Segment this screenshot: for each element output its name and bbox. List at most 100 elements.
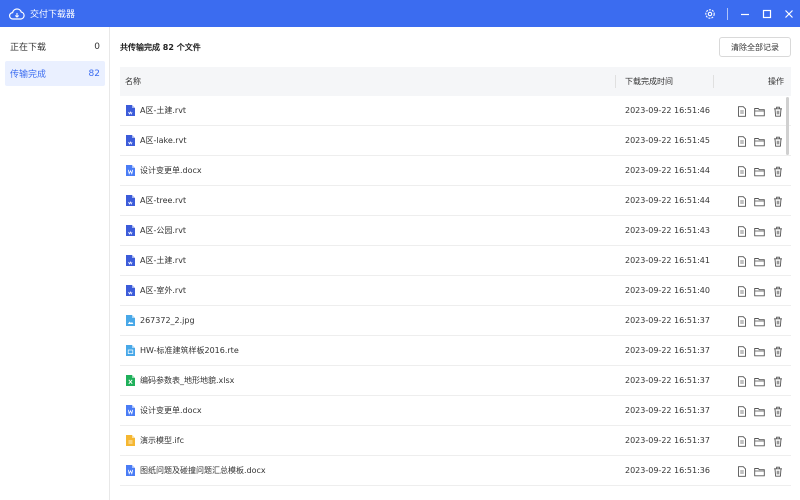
open-file-icon[interactable] (736, 346, 747, 357)
delete-icon[interactable] (772, 406, 783, 417)
delete-icon[interactable] (772, 286, 783, 297)
delete-icon[interactable] (772, 256, 783, 267)
table-row[interactable]: A区-tree.rvt 2023-09-22 16:51:44 (120, 186, 791, 216)
open-folder-icon[interactable] (754, 316, 765, 327)
open-folder-icon[interactable] (754, 226, 765, 237)
table-row[interactable]: 设计变更单.docx 2023-09-22 16:51:44 (120, 156, 791, 186)
rte-file-icon (126, 345, 135, 356)
delete-icon[interactable] (772, 106, 783, 117)
sidebar-item-downloading[interactable]: 正在下载 0 (5, 34, 105, 59)
maximize-button[interactable] (756, 0, 778, 27)
open-file-icon[interactable] (736, 256, 747, 267)
docx-file-icon (126, 465, 135, 476)
open-folder-icon[interactable] (754, 196, 765, 207)
cloud-download-icon (9, 7, 25, 20)
close-button[interactable] (778, 0, 800, 27)
table-row[interactable]: 图纸问题及碰撞问题汇总模板.docx 2023-09-22 16:51:36 (120, 456, 791, 486)
table-row[interactable]: 267372_2.jpg 2023-09-22 16:51:37 (120, 306, 791, 336)
open-file-icon[interactable] (736, 316, 747, 327)
table-row[interactable]: A区-公园.rvt 2023-09-22 16:51:43 (120, 216, 791, 246)
table-row[interactable]: A区-lake.rvt 2023-09-22 16:51:45 (120, 126, 791, 156)
table-row[interactable]: 演示模型.ifc 2023-09-22 16:51:37 (120, 426, 791, 456)
delete-icon[interactable] (772, 136, 783, 147)
clear-all-records-button[interactable]: 清除全部记录 (719, 37, 791, 57)
table-row[interactable]: A区-土建.rvt 2023-09-22 16:51:46 (120, 96, 791, 126)
file-name: 编码参数表_地形地貌.xlsx (140, 376, 235, 385)
open-file-icon[interactable] (736, 286, 747, 297)
table-row[interactable]: A区-土建.rvt 2023-09-22 16:51:41 (120, 246, 791, 276)
file-name: HW-标准建筑样板2016.rte (140, 346, 239, 355)
delete-icon[interactable] (772, 316, 783, 327)
column-divider[interactable] (615, 75, 616, 88)
download-time: 2023-09-22 16:51:43 (625, 226, 710, 235)
ifc-file-icon (126, 435, 135, 446)
delete-icon[interactable] (772, 346, 783, 357)
delete-icon[interactable] (772, 436, 783, 447)
column-divider[interactable] (713, 75, 714, 88)
download-time: 2023-09-22 16:51:37 (625, 346, 710, 355)
sidebar-item-completed[interactable]: 传输完成 82 (5, 61, 105, 86)
download-time: 2023-09-22 16:51:44 (625, 166, 710, 175)
open-file-icon[interactable] (736, 166, 747, 177)
row-actions (736, 406, 790, 417)
open-folder-icon[interactable] (754, 466, 765, 477)
row-actions (736, 106, 790, 117)
file-name: 设计变更单.docx (140, 166, 202, 175)
open-file-icon[interactable] (736, 376, 747, 387)
table-row[interactable]: 设计变更单.docx 2023-09-22 16:51:37 (120, 396, 791, 426)
delete-icon[interactable] (772, 226, 783, 237)
open-file-icon[interactable] (736, 406, 747, 417)
main-panel: 共传输完成 82 个文件 清除全部记录 名称 下载完成时间 操作 A区-土建.r… (110, 27, 800, 500)
sidebar-item-count: 0 (94, 41, 100, 52)
row-actions (736, 196, 790, 207)
scrollbar-thumb[interactable] (786, 97, 789, 155)
open-file-icon[interactable] (736, 226, 747, 237)
file-name: 267372_2.jpg (140, 316, 195, 325)
download-time: 2023-09-22 16:51:46 (625, 106, 710, 115)
sidebar: 正在下载 0 传输完成 82 (0, 27, 110, 500)
sidebar-item-label: 正在下载 (10, 43, 47, 53)
download-time: 2023-09-22 16:51:37 (625, 436, 710, 445)
column-header-name: 名称 (125, 77, 141, 86)
settings-gear-icon[interactable] (699, 0, 721, 27)
row-actions (736, 226, 790, 237)
jpg-file-icon (126, 315, 135, 326)
open-file-icon[interactable] (736, 466, 747, 477)
file-name: A区-土建.rvt (140, 106, 187, 115)
table-row[interactable]: HW-标准建筑样板2016.rte 2023-09-22 16:51:37 (120, 336, 791, 366)
open-file-icon[interactable] (736, 106, 747, 117)
open-folder-icon[interactable] (754, 406, 765, 417)
table-row[interactable]: 编码参数表_地形地貌.xlsx 2023-09-22 16:51:37 (120, 366, 791, 396)
minimize-button[interactable] (734, 0, 756, 27)
rvt-file-icon (126, 105, 135, 116)
open-folder-icon[interactable] (754, 346, 765, 357)
open-file-icon[interactable] (736, 436, 747, 447)
file-name: A区-tree.rvt (140, 196, 187, 205)
open-folder-icon[interactable] (754, 436, 765, 447)
open-folder-icon[interactable] (754, 106, 765, 117)
open-file-icon[interactable] (736, 196, 747, 207)
open-folder-icon[interactable] (754, 286, 765, 297)
row-actions (736, 376, 790, 387)
delete-icon[interactable] (772, 466, 783, 477)
open-folder-icon[interactable] (754, 166, 765, 177)
file-list: A区-土建.rvt 2023-09-22 16:51:46 A区-lake.rvt 2… (120, 96, 791, 486)
table-row[interactable]: A区-室外.rvt 2023-09-22 16:51:40 (120, 276, 791, 306)
column-header-actions: 操作 (768, 77, 784, 86)
rvt-file-icon (126, 135, 135, 146)
sidebar-item-count: 82 (88, 68, 100, 79)
open-folder-icon[interactable] (754, 136, 765, 147)
file-name: A区-室外.rvt (140, 286, 187, 295)
rvt-file-icon (126, 225, 135, 236)
sidebar-item-label: 传输完成 (10, 70, 47, 80)
rvt-file-icon (126, 285, 135, 296)
delete-icon[interactable] (772, 166, 783, 177)
open-file-icon[interactable] (736, 136, 747, 147)
row-actions (736, 286, 790, 297)
open-folder-icon[interactable] (754, 256, 765, 267)
rvt-file-icon (126, 255, 135, 266)
delete-icon[interactable] (772, 196, 783, 207)
open-folder-icon[interactable] (754, 376, 765, 387)
delete-icon[interactable] (772, 376, 783, 387)
row-actions (736, 346, 790, 357)
